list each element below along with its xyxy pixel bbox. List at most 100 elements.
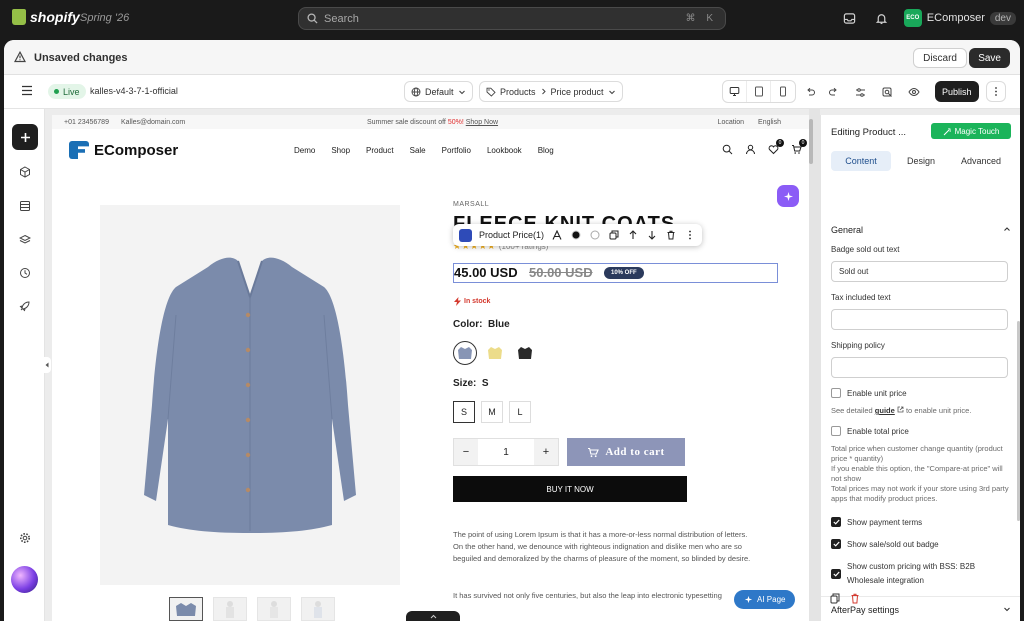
sections-icon: [20, 201, 30, 211]
quantity-increase-button[interactable]: +: [534, 439, 558, 465]
custom-pricing-checkbox[interactable]: [831, 569, 841, 579]
tab-content[interactable]: Content: [831, 151, 891, 171]
custom-pricing-row[interactable]: Show custom pricing with BSS: B2B Wholes…: [831, 560, 991, 588]
badge-sold-out-input[interactable]: Sold out: [831, 261, 1008, 282]
bottom-panel-toggle[interactable]: [406, 611, 460, 621]
size-option-m[interactable]: M: [481, 401, 503, 423]
size-option-s[interactable]: S: [453, 401, 475, 423]
shopify-logo[interactable]: shopify: [12, 9, 80, 25]
product-image[interactable]: [100, 205, 400, 585]
mobile-view-button[interactable]: [771, 81, 795, 102]
enable-unit-price-checkbox[interactable]: [831, 388, 841, 398]
undo-button[interactable]: [801, 83, 819, 101]
rail-layers[interactable]: [16, 231, 34, 249]
save-button[interactable]: Save: [969, 48, 1010, 68]
shipping-policy-input[interactable]: [831, 357, 1008, 378]
panel-tabs: Content Design Advanced: [831, 151, 1011, 171]
tax-included-input[interactable]: [831, 309, 1008, 330]
rail-apps[interactable]: [16, 297, 34, 315]
duplicate-icon[interactable]: [608, 229, 620, 241]
copy-icon[interactable]: [830, 593, 840, 604]
swatch-yellow[interactable]: [483, 341, 507, 365]
swatch-black[interactable]: [513, 341, 537, 365]
nav-sale[interactable]: Sale: [410, 146, 426, 155]
sale-badge-row[interactable]: Show sale/sold out badge: [831, 539, 939, 549]
layout-select[interactable]: Default: [404, 81, 473, 102]
enable-total-price-row[interactable]: Enable total price: [831, 426, 909, 436]
inbox-icon[interactable]: [840, 8, 860, 28]
redo-button[interactable]: [824, 83, 842, 101]
publish-button[interactable]: Publish: [935, 81, 979, 102]
panel-scrollbar[interactable]: [1017, 321, 1020, 521]
payment-terms-checkbox[interactable]: [831, 517, 841, 527]
location-link[interactable]: Location: [718, 119, 744, 126]
nav-product[interactable]: Product: [366, 146, 394, 155]
ai-page-button[interactable]: AI Page: [734, 590, 796, 609]
swatch-blue[interactable]: [453, 341, 477, 365]
rail-sections[interactable]: [16, 197, 34, 215]
ai-assistant-avatar[interactable]: [11, 566, 38, 593]
desktop-view-button[interactable]: [723, 81, 747, 102]
trash-icon[interactable]: [850, 593, 860, 604]
guide-link[interactable]: guide: [875, 406, 895, 415]
buy-now-button[interactable]: BUY IT NOW: [453, 476, 687, 502]
canvas-gutter: [809, 109, 820, 621]
nav-portfolio[interactable]: Portfolio: [442, 146, 471, 155]
delete-icon[interactable]: [665, 229, 677, 241]
cart-icon[interactable]: 0: [789, 139, 807, 156]
shop-now-link[interactable]: Shop Now: [466, 119, 498, 126]
preview-button[interactable]: [905, 83, 923, 101]
thumbnail[interactable]: [169, 597, 203, 621]
payment-terms-row[interactable]: Show payment terms: [831, 517, 922, 527]
quantity-value[interactable]: 1: [478, 447, 534, 458]
menu-icon[interactable]: [21, 85, 33, 96]
canvas-scrollbar[interactable]: [809, 119, 813, 164]
search-input[interactable]: Search ⌘ K: [298, 7, 726, 30]
enable-total-price-label: Enable total price: [847, 426, 909, 436]
inspect-button[interactable]: [878, 83, 896, 101]
store-search-icon[interactable]: [720, 142, 734, 156]
store-switcher[interactable]: ECO EComposer dev: [903, 9, 1016, 27]
rail-history[interactable]: [16, 264, 34, 282]
background-color-icon[interactable]: [589, 229, 601, 241]
text-style-icon[interactable]: [551, 229, 563, 241]
more-options-button[interactable]: [986, 81, 1006, 102]
thumbnail[interactable]: [301, 597, 335, 621]
add-to-cart-button[interactable]: Add to cart: [567, 438, 685, 466]
nav-demo[interactable]: Demo: [294, 146, 315, 155]
page-select[interactable]: Products Price product: [479, 81, 623, 102]
product-description-continued: It has survived not only five centuries,…: [453, 591, 722, 600]
wishlist-icon[interactable]: 0: [766, 139, 784, 156]
total-price-hint-1: Total price when customer change quantit…: [831, 444, 1003, 463]
thumbnail[interactable]: [257, 597, 291, 621]
tab-design[interactable]: Design: [891, 151, 951, 171]
settings-sliders-button[interactable]: [851, 83, 869, 101]
more-vertical-icon[interactable]: [684, 229, 696, 241]
language-select[interactable]: English: [758, 119, 781, 126]
rail-elements[interactable]: [16, 163, 34, 181]
enable-total-price-checkbox[interactable]: [831, 426, 841, 436]
enable-unit-price-row[interactable]: Enable unit price: [831, 388, 907, 398]
magic-sparkle-button[interactable]: [777, 185, 799, 207]
collapse-rail-handle[interactable]: [43, 357, 51, 373]
text-color-icon[interactable]: [570, 229, 582, 241]
nav-lookbook[interactable]: Lookbook: [487, 146, 522, 155]
thumbnail[interactable]: [213, 597, 247, 621]
tab-advanced[interactable]: Advanced: [951, 151, 1011, 171]
rail-settings[interactable]: [16, 529, 34, 547]
bell-icon[interactable]: [872, 8, 892, 28]
move-down-icon[interactable]: [646, 229, 658, 241]
store-logo[interactable]: EComposer: [69, 141, 178, 159]
tablet-view-button[interactable]: [747, 81, 771, 102]
quantity-decrease-button[interactable]: −: [454, 439, 478, 465]
account-icon[interactable]: [743, 142, 757, 156]
magic-touch-button[interactable]: Magic Touch: [931, 123, 1011, 139]
external-link-icon: [897, 406, 904, 413]
sale-badge-checkbox[interactable]: [831, 539, 841, 549]
move-up-icon[interactable]: [627, 229, 639, 241]
add-element-button[interactable]: [12, 124, 38, 150]
size-option-l[interactable]: L: [509, 401, 531, 423]
nav-shop[interactable]: Shop: [331, 146, 350, 155]
discard-button[interactable]: Discard: [913, 48, 967, 68]
nav-blog[interactable]: Blog: [538, 146, 554, 155]
